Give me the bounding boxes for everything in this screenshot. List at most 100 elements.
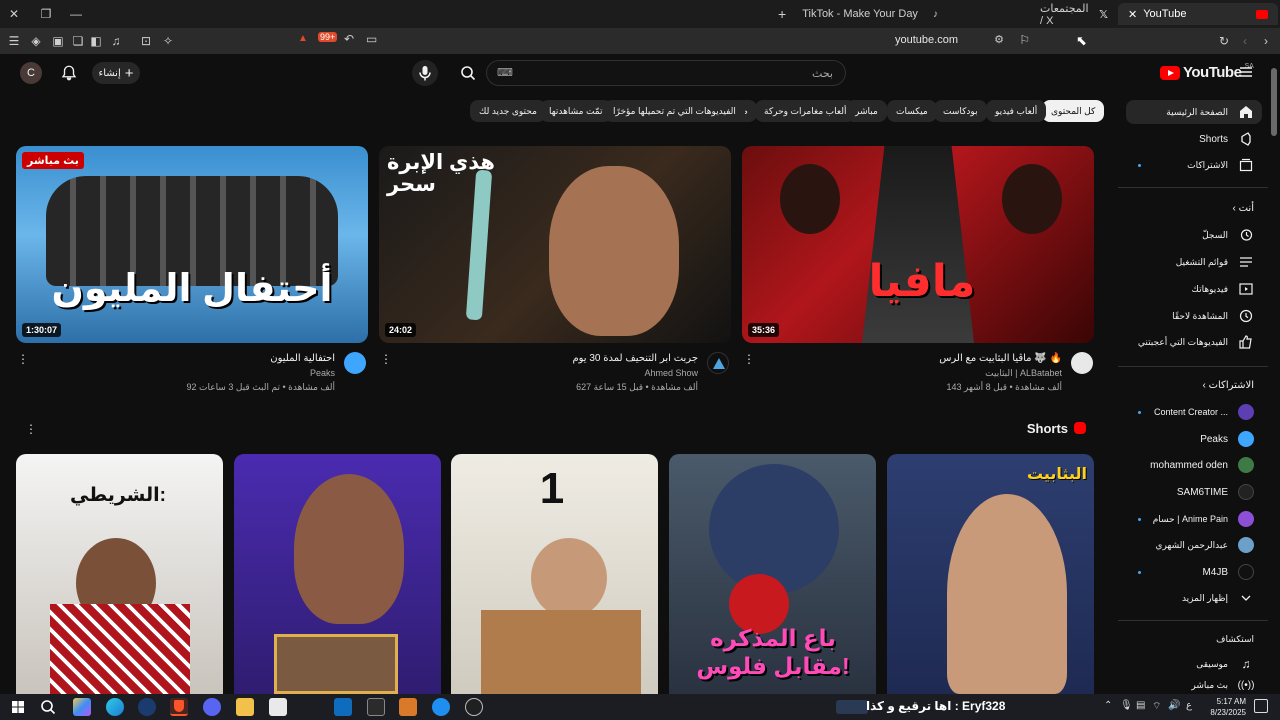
video-channel[interactable]: Ahmed Show [644,368,698,378]
guide-menu-icon[interactable] [1238,64,1254,80]
video-thumbnail[interactable]: مافيا 35:36 [742,146,1094,343]
notifications-icon[interactable] [1254,699,1268,713]
sidebar-you-heading[interactable]: ‹ أنت [1126,203,1255,214]
bookmark-icon[interactable]: ⚐ [1019,33,1030,47]
copilot-icon[interactable] [73,698,91,716]
short-thumbnail[interactable]: الشريطي: [16,454,223,694]
subscription-item[interactable]: mohammed oden [1126,453,1262,477]
subscription-item[interactable]: Peaks [1126,427,1262,451]
settings-app-icon[interactable] [367,698,385,716]
reload-icon[interactable]: ↻ [1216,33,1232,49]
brave-shield-icon[interactable]: 99+ [318,32,338,42]
chip-new-to-you[interactable]: محتوى جديد لك [470,100,546,122]
subscription-item[interactable]: حسام | Anime Pain [1126,507,1262,531]
wallet-icon[interactable]: ▣ [50,33,66,49]
share-icon[interactable]: ↶ [344,32,354,46]
restore-window-icon[interactable]: ❐ [38,6,54,22]
extensions-icon[interactable]: ✧ [160,33,176,49]
short-thumbnail[interactable] [234,454,441,694]
subscription-item[interactable]: Content Creator ... [1126,400,1262,424]
sidebar-icon[interactable]: ◧ [88,33,104,49]
sidebar-item-subscriptions[interactable]: الاشتراكات [1126,153,1262,177]
more-actions-icon[interactable]: ⋮ [743,352,755,366]
create-button[interactable]: إنشاء + [92,62,140,84]
short-thumbnail[interactable]: 1 [451,454,658,694]
sidebar-item-history[interactable]: السجلّ [1126,223,1262,247]
video-channel[interactable]: البثابيت | ALBatabet [985,368,1062,379]
tab-tiktok[interactable]: + TikTok - Make Your Day ♪ [768,3,948,25]
menu-icon[interactable]: ☰ [6,33,22,49]
video-title[interactable]: احتفالية المليون [270,353,335,364]
brave-rewards-icon[interactable]: ▲ [298,33,308,44]
channel-avatar[interactable] [1071,352,1093,374]
subscription-item[interactable]: SAM6TIME [1126,480,1262,504]
windows-start-icon[interactable] [9,698,27,716]
steam-icon[interactable] [138,698,156,716]
shield-icon[interactable]: ◈ [28,33,44,49]
sidebar-item-watch-later[interactable]: المشاهدة لاحقًا [1126,304,1262,328]
chip-recently-uploaded[interactable]: الفيديوهات التي تم تحميلها مؤخرًا [604,100,745,122]
file-explorer-icon[interactable] [236,698,254,716]
video-channel[interactable]: Peaks [310,368,335,378]
site-settings-icon[interactable]: ⚙ [994,33,1004,46]
video-thumbnail[interactable]: أحتفال المليون بث مباشر 1:30:07 [16,146,368,343]
input-language[interactable]: ع [1186,700,1192,711]
address-bar[interactable]: ▲ 99+ ↶ ▭ youtube.com ⚙ ⚐ [298,31,1050,51]
brave-icon[interactable] [170,698,188,716]
mic-tray-icon[interactable]: 🎙 [1120,700,1133,711]
show-more-button[interactable]: إظهار المزيد [1126,586,1262,610]
clock[interactable]: 5:17 AM 8/23/2025 [1196,696,1246,718]
close-window-icon[interactable]: ✕ [6,6,22,22]
shorts-more-icon[interactable]: ⋮ [25,422,37,436]
editor-app-icon[interactable] [399,698,417,716]
scrollbar-thumb[interactable] [1271,68,1277,136]
chip-mixes[interactable]: ميكسات [887,100,937,122]
store-icon[interactable] [269,698,287,716]
short-thumbnail[interactable]: البثابيت [887,454,1094,694]
keyboard-icon[interactable]: ⌨ [497,66,513,79]
more-actions-icon[interactable]: ⋮ [17,352,29,366]
now-playing-text[interactable]: اها ترقيع و كذا : Eryf328 [866,699,1005,713]
chip-video-games[interactable]: ألعاب فيديو [986,100,1047,122]
channel-avatar[interactable] [344,352,366,374]
media-icon[interactable]: ♫ [108,33,124,49]
account-avatar[interactable]: C [20,62,42,84]
sidebar-item-music[interactable]: موسيقى ♫ [1126,652,1262,676]
close-tab-icon[interactable]: ✕ [1128,8,1137,21]
search-icon[interactable] [39,698,57,716]
sidebar-item-liked[interactable]: الفيديوهات التي أعجبتني [1126,330,1262,354]
short-thumbnail[interactable]: باع المذكره مقابل فلوس! [669,454,876,694]
app-icon[interactable] [432,698,450,716]
obs-icon[interactable] [465,698,483,716]
channel-avatar[interactable] [707,352,729,374]
tab-youtube[interactable]: ✕ YouTube [1118,3,1278,25]
tray-app-icon[interactable]: ▤ [1136,700,1145,711]
outlook-icon[interactable] [334,698,352,716]
discord-icon[interactable] [203,698,221,716]
tabs-icon[interactable]: ❏ [70,33,86,49]
back-icon[interactable]: › [1258,33,1274,49]
sidebar-subs-heading[interactable]: ‹ الاشتراكات [1126,380,1254,391]
search-button[interactable] [450,60,486,86]
screenshot-icon[interactable]: ⊡ [138,33,154,49]
voice-search-button[interactable] [412,60,438,86]
minimize-window-icon[interactable]: — [68,6,84,22]
tab-x[interactable]: المجتمعات / X 𝕏 [1030,3,1118,27]
video-title[interactable]: ماڤيا البثابيت مع الرس 🐺 🔥 [939,353,1062,364]
more-actions-icon[interactable]: ⋮ [380,352,392,366]
sidebar-item-live[interactable]: بث مباشر ((•)) [1126,677,1262,693]
notifications-bell-icon[interactable] [60,64,78,82]
cast-icon[interactable]: ▭ [366,32,377,46]
sidebar-item-your-videos[interactable]: فيديوهاتك [1126,277,1262,301]
search-input[interactable]: ⌨ بحث [486,60,846,86]
video-title[interactable]: جربت ابر التنحيف لمدة 30 يوم [572,353,698,364]
sidebar-item-shorts[interactable]: Shorts [1126,127,1262,151]
new-tab-icon[interactable]: + [778,6,786,22]
chip-action-adventure[interactable]: ألعاب مغامرات وحركة [755,100,856,122]
tray-chevron-icon[interactable]: ⌃ [1104,700,1112,711]
forward-icon[interactable]: ‹ [1237,33,1253,49]
sidebar-item-home[interactable]: الصفحة الرئيسية [1126,100,1262,124]
subscription-item[interactable]: M4JB [1126,560,1262,584]
chip-watched[interactable]: تمّت مشاهدتها [540,100,612,122]
video-thumbnail[interactable]: هذي الإبرة سحر 24:02 [379,146,731,343]
